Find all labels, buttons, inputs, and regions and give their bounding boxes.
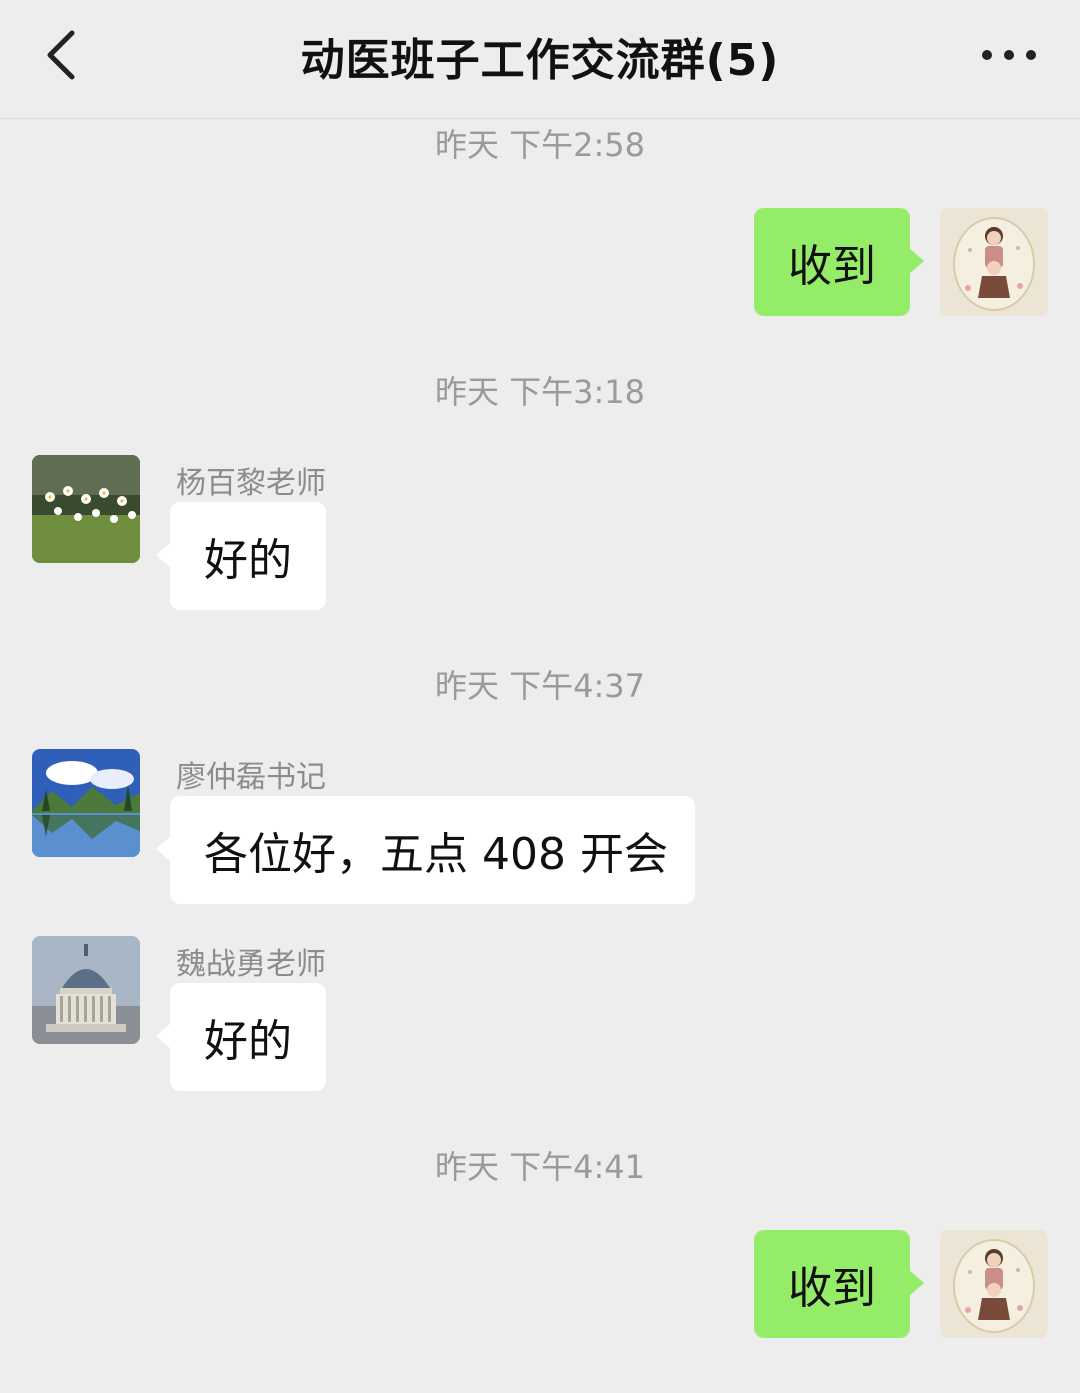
message-text: 好的 bbox=[204, 535, 292, 586]
lake-landscape-avatar-icon bbox=[32, 749, 140, 857]
message-text: 收到 bbox=[788, 1263, 876, 1314]
sender-avatar[interactable] bbox=[32, 455, 140, 563]
sender-name: 杨百黎老师 bbox=[176, 466, 326, 501]
message-bubble-incoming[interactable]: 好的 bbox=[156, 502, 326, 610]
sender-name: 魏战勇老师 bbox=[176, 947, 326, 982]
message-timestamp: 昨天 下午3:18 bbox=[434, 373, 646, 411]
message-bubble-incoming[interactable]: 好的 bbox=[156, 983, 326, 1091]
message-timestamp: 昨天 下午4:37 bbox=[434, 667, 646, 705]
illustrated-girls-avatar-icon bbox=[940, 208, 1048, 316]
message-text: 收到 bbox=[788, 241, 876, 292]
chat-title: 动医班子工作交流群(5) bbox=[300, 35, 780, 86]
message-timestamp: 昨天 下午4:41 bbox=[434, 1148, 646, 1186]
message-bubble-outgoing[interactable]: 收到 bbox=[754, 208, 924, 316]
message-bubble-outgoing[interactable]: 收到 bbox=[754, 1230, 924, 1338]
message-text: 各位好，五点 408 开会 bbox=[204, 829, 668, 880]
more-dots-icon bbox=[982, 50, 1036, 60]
sender-name: 廖仲磊书记 bbox=[176, 760, 326, 795]
chat-header: 动医班子工作交流群(5) bbox=[0, 0, 1080, 119]
domed-building-avatar-icon bbox=[32, 936, 140, 1044]
message-bubble-incoming[interactable]: 各位好，五点 408 开会 bbox=[156, 796, 695, 904]
sender-avatar[interactable] bbox=[32, 749, 140, 857]
chat-screen: 动医班子工作交流群(5) 昨天 下午2:58 收到 昨天 下午3:18 杨百黎老… bbox=[0, 0, 1080, 1393]
daisy-field-avatar-icon bbox=[32, 455, 140, 563]
my-avatar[interactable] bbox=[940, 1230, 1048, 1338]
sender-avatar[interactable] bbox=[32, 936, 140, 1044]
illustrated-girls-avatar-icon bbox=[940, 1230, 1048, 1338]
message-timestamp: 昨天 下午2:58 bbox=[434, 126, 646, 164]
my-avatar[interactable] bbox=[940, 208, 1048, 316]
more-options-button[interactable] bbox=[974, 30, 1044, 80]
message-text: 好的 bbox=[204, 1016, 292, 1067]
